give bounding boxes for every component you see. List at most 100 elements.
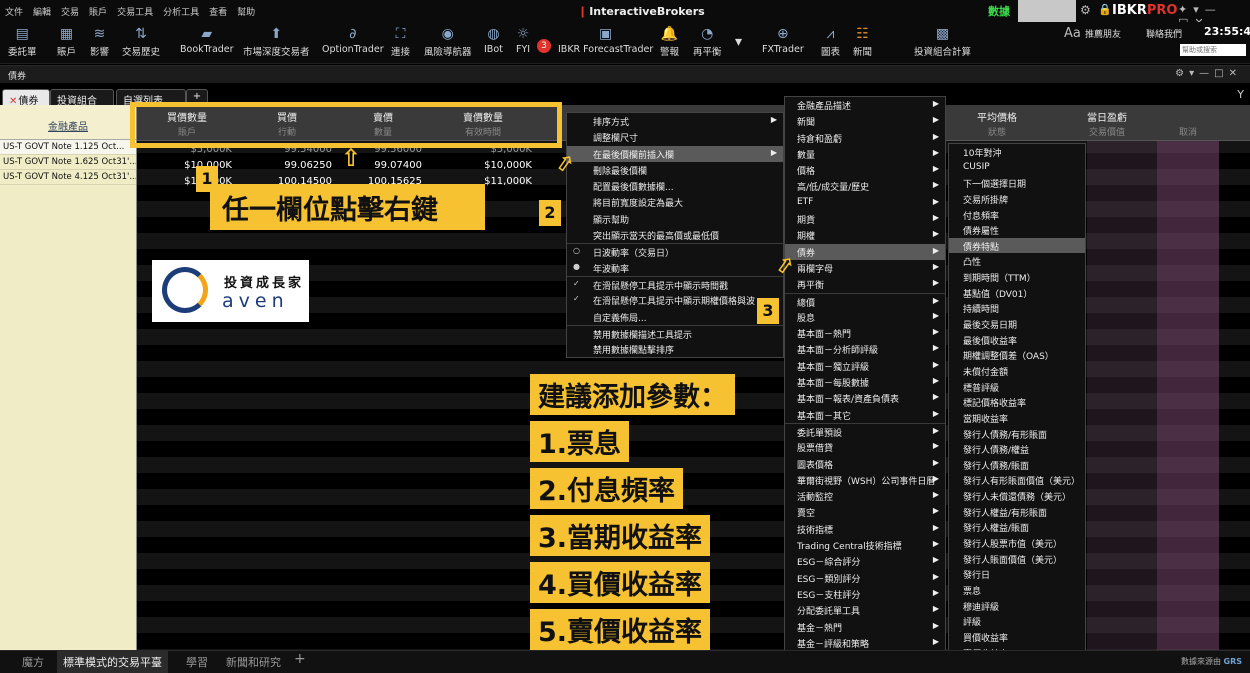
menu-item[interactable]: CUSIP	[949, 160, 1085, 176]
menu-item[interactable]: 發行日	[949, 566, 1085, 582]
menu-item[interactable]: 配置最後價數據欄...	[567, 178, 783, 194]
menu-item[interactable]: 發行人股票市值（美元）	[949, 535, 1085, 551]
column-header[interactable]: 平均價格	[957, 109, 1037, 124]
menu-item[interactable]: 高/低/成交量/歷史 ▶	[785, 178, 945, 194]
toolbar-fxtrader-button[interactable]: ⊕ FXTrader	[762, 24, 804, 55]
ask-size-cell[interactable]: $10,000K	[447, 160, 532, 171]
menu-item[interactable]: 基本面－分析師評級 ▶	[785, 341, 945, 357]
column-header[interactable]: 當日盈虧	[1067, 109, 1147, 124]
menu-item[interactable]: 穆迪評級	[949, 598, 1085, 614]
menu-item[interactable]: 發行人有形賬面價值（美元）	[949, 472, 1085, 488]
menu-item[interactable]: Trading Central技術指標 ▶	[785, 537, 945, 553]
search-input[interactable]	[1180, 44, 1246, 56]
menu-item[interactable]: 持續時間	[949, 300, 1085, 316]
maximize-icon[interactable]: □	[1214, 68, 1228, 79]
menu-item[interactable]: ✓ 在滑鼠懸停工具提示中顯示時間戳	[567, 275, 783, 292]
menu-item[interactable]: 票息	[949, 582, 1085, 598]
menu-analysis-tools[interactable]: 分析工具	[158, 5, 204, 18]
menu-item[interactable]: 兩欄字母 ▶	[785, 260, 945, 276]
toolbar-ibot-button[interactable]: ◍ IBot	[484, 24, 503, 55]
toolbar-fyi-button[interactable]: ☼ FYI	[516, 24, 530, 55]
menu-item[interactable]: 凸性	[949, 253, 1085, 269]
menu-item[interactable]: 發行人債務/賬面	[949, 457, 1085, 473]
menu-item[interactable]: 基本面－每股數據 ▶	[785, 374, 945, 390]
menu-item[interactable]: 期貨 ▶	[785, 211, 945, 227]
bottom-tab-news[interactable]: 新聞和研究	[226, 654, 281, 670]
menu-account[interactable]: 賬戶	[84, 5, 112, 18]
menu-item[interactable]: 在最後價欄前插入欄 ▶	[567, 145, 783, 162]
menu-item[interactable]: 數量 ▶	[785, 146, 945, 162]
minimize-icon[interactable]: —	[1205, 3, 1222, 16]
toolbar-alert-button[interactable]: 🔔 警報	[660, 24, 679, 58]
toolbar-chart-button[interactable]: ⩘ 圖表	[821, 24, 840, 58]
menu-item[interactable]: 刪除最後價欄	[567, 162, 783, 178]
lock-icon[interactable]: 🔒	[1098, 3, 1112, 16]
tab-bonds[interactable]: ✕債券	[2, 89, 50, 107]
instrument-row[interactable]: US-T GOVT Note 4.125 Oct31'...	[0, 170, 136, 185]
menu-item[interactable]: 調整欄尺寸	[567, 129, 783, 145]
menu-item[interactable]: 期權 ▶	[785, 227, 945, 243]
menu-item[interactable]: 價格 ▶	[785, 162, 945, 178]
menu-item[interactable]: ● 年波動率	[567, 260, 783, 276]
menu-item[interactable]: 禁用數據欄描述工具提示	[567, 324, 783, 341]
menu-file[interactable]: 文件	[0, 5, 28, 18]
menu-edit[interactable]: 編輯	[28, 5, 56, 18]
menu-trading-tools[interactable]: 交易工具	[112, 5, 158, 18]
column-subheader[interactable]: 狀態	[957, 125, 1037, 138]
menu-item[interactable]: 基本面－報表/資產負債表 ▶	[785, 390, 945, 406]
menu-item[interactable]: 評級	[949, 613, 1085, 629]
column-subheader[interactable]: 交易價值	[1067, 125, 1147, 138]
menu-item[interactable]: ESG－綜合評分 ▶	[785, 553, 945, 569]
menu-item[interactable]: 技術指標 ▶	[785, 521, 945, 537]
toolbar-risk-navigator-button[interactable]: ◉ 風險導航器	[424, 24, 472, 58]
menu-item[interactable]: 最後價收益率	[949, 332, 1085, 348]
menu-item[interactable]: 金融產品描述 ▶	[785, 97, 945, 113]
menu-item[interactable]: 分配委託單工具 ▶	[785, 602, 945, 618]
panel-controls[interactable]: ⚙▾—□✕	[1175, 68, 1242, 79]
toolbar-account-button[interactable]: ▦ 賬戶	[57, 24, 76, 58]
menu-item[interactable]: 當期收益率	[949, 410, 1085, 426]
filter-icon[interactable]: Y	[1237, 88, 1244, 101]
gear-icon[interactable]: ⚙	[1080, 3, 1091, 17]
menu-item[interactable]: 排序方式 ▶	[567, 113, 783, 129]
menu-item[interactable]: 到期時間（TTM）	[949, 269, 1085, 285]
menu-item[interactable]: 未償付金額	[949, 363, 1085, 379]
menu-view[interactable]: 查看	[204, 5, 232, 18]
gear-icon[interactable]: ⚙	[1175, 68, 1189, 79]
bid-cell[interactable]: 99.06250	[247, 160, 332, 171]
menu-item[interactable]: 買價收益率	[949, 629, 1085, 645]
menu-item[interactable]: 基金－評級和策略 ▶	[785, 635, 945, 651]
menu-item[interactable]: 最後交易日期	[949, 316, 1085, 332]
menu-item[interactable]: 基本面－熱門 ▶	[785, 325, 945, 341]
menu-item[interactable]: 債券屬性	[949, 222, 1085, 238]
menu-item[interactable]: 基本面－獨立評級 ▶	[785, 358, 945, 374]
font-size-button[interactable]: Aa	[1064, 26, 1081, 41]
toolbar-news-button[interactable]: ☷ 新聞	[853, 24, 872, 58]
menu-item[interactable]: 華爾街視野（WSH）公司事件日曆 ▶	[785, 472, 945, 488]
menu-item[interactable]: 委託單預設 ▶	[785, 422, 945, 439]
menu-item[interactable]: 將目前寬度設定為最大	[567, 194, 783, 210]
toolbar-more-dropdown[interactable]: ▾	[735, 32, 742, 52]
instrument-row[interactable]: US-T GOVT Note 1.625 Oct31'...	[0, 155, 136, 170]
menu-item[interactable]: ESG－支柱評分 ▶	[785, 586, 945, 602]
instrument-header[interactable]: 金融產品	[0, 105, 136, 140]
pin-icon[interactable]: ✦	[1178, 3, 1193, 16]
bottom-tab-learn[interactable]: 學習	[186, 654, 208, 670]
menu-item[interactable]: 債券特點	[949, 237, 1085, 254]
menu-item[interactable]: 圖表價格 ▶	[785, 456, 945, 472]
close-icon[interactable]: ✕	[1229, 68, 1242, 79]
toolbar-impact-button[interactable]: ≋ 影響	[90, 24, 109, 58]
toolbar-optiontrader-button[interactable]: ∂ OptionTrader	[322, 24, 384, 55]
add-layout-button[interactable]: +	[294, 651, 306, 667]
minimize-icon[interactable]: —	[1199, 68, 1214, 79]
chevron-down-icon[interactable]: ▾	[1193, 3, 1205, 16]
toolbar-forecast-button[interactable]: ▣ IBKR ForecastTrader	[558, 24, 653, 55]
menu-item[interactable]: 下一個選擇日期	[949, 175, 1085, 191]
toolbar-trade-history-button[interactable]: ⇅ 交易歷史	[122, 24, 160, 58]
menu-item[interactable]: 禁用數據欄點擊排序	[567, 341, 783, 357]
menu-item[interactable]: 基點值（DV01）	[949, 285, 1085, 301]
menu-item[interactable]: 標記價格收益率	[949, 394, 1085, 410]
menu-item[interactable]: 股票借貸 ▶	[785, 439, 945, 455]
instrument-row[interactable]: US-T GOVT Note 1.125 Oct...	[0, 140, 136, 155]
menu-item[interactable]: 自定義佈局...	[567, 309, 783, 325]
